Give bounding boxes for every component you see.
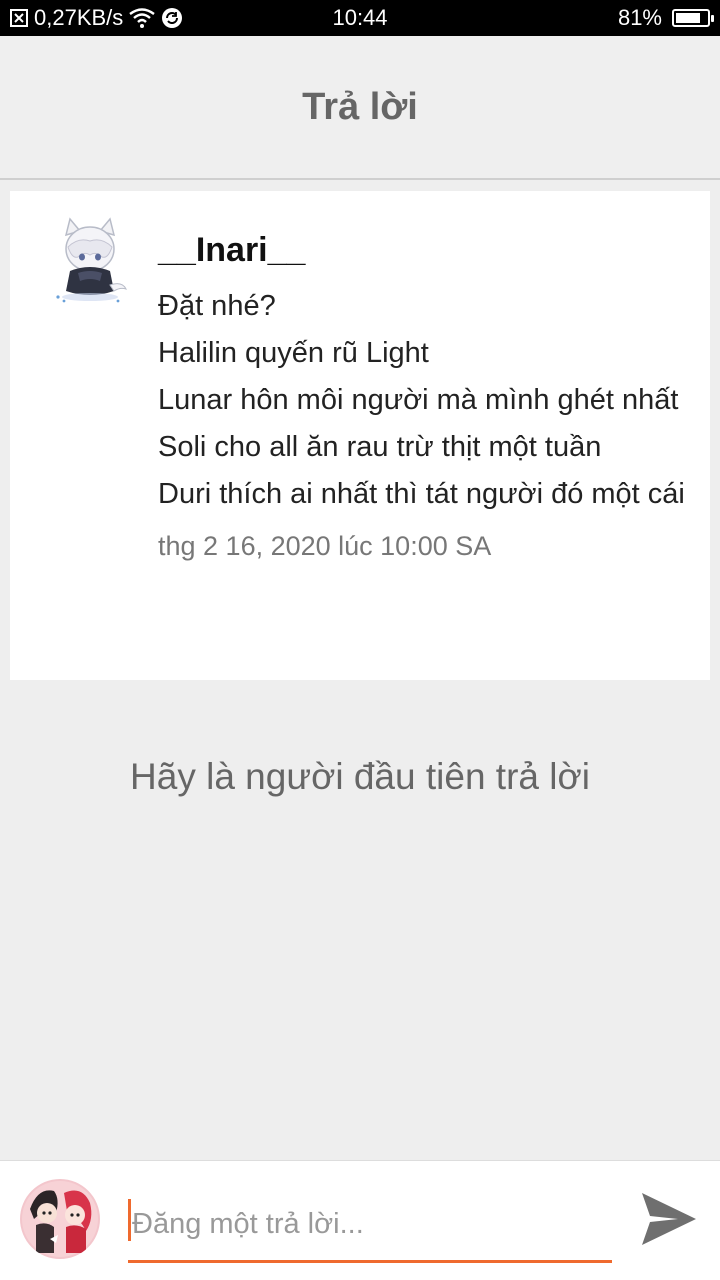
- post-card: __Inari__ Đặt nhé? Halilin quyến rũ Ligh…: [10, 191, 710, 680]
- reply-input[interactable]: [128, 1189, 612, 1263]
- send-icon: [642, 1193, 696, 1245]
- status-right: 81%: [430, 5, 714, 31]
- wifi-icon: [129, 8, 156, 28]
- user-avatar[interactable]: [20, 1179, 100, 1259]
- notification-icon: [10, 9, 28, 27]
- reply-composer: [0, 1160, 720, 1280]
- post-line: Soli cho all ăn rau trừ thịt một tuần: [158, 431, 602, 463]
- network-speed: 0,27KB/s: [34, 5, 124, 30]
- empty-replies-note: Hãy là người đầu tiên trả lời: [130, 756, 590, 797]
- page-title: Trả lời: [302, 85, 418, 128]
- post-line: Halilin quyến rũ Light: [158, 337, 429, 369]
- author-avatar[interactable]: [48, 215, 132, 305]
- battery-level: [676, 13, 701, 23]
- status-time: 10:44: [332, 5, 388, 30]
- post-line: Đặt nhé?: [158, 290, 276, 322]
- battery-percent: 81%: [617, 5, 662, 30]
- sync-icon: [161, 7, 183, 29]
- post-body: Đặt nhé? Halilin quyến rũ Light Lunar hô…: [158, 283, 698, 564]
- post-line: Lunar hôn môi người mà mình ghét nhất: [158, 384, 679, 416]
- post-line: Duri thích ai nhất thì tát người đó một …: [158, 478, 685, 510]
- status-left: 0,27KB/s: [10, 5, 290, 31]
- battery-icon: [672, 9, 714, 27]
- status-bar: 0,27KB/s 10:44 81%: [0, 0, 720, 36]
- post-author[interactable]: __Inari__: [158, 231, 305, 270]
- post-timestamp: thg 2 16, 2020 lúc 10:00 SA: [158, 531, 492, 561]
- send-button[interactable]: [638, 1189, 700, 1251]
- text-caret: [128, 1199, 131, 1241]
- header: Trả lời: [0, 36, 720, 180]
